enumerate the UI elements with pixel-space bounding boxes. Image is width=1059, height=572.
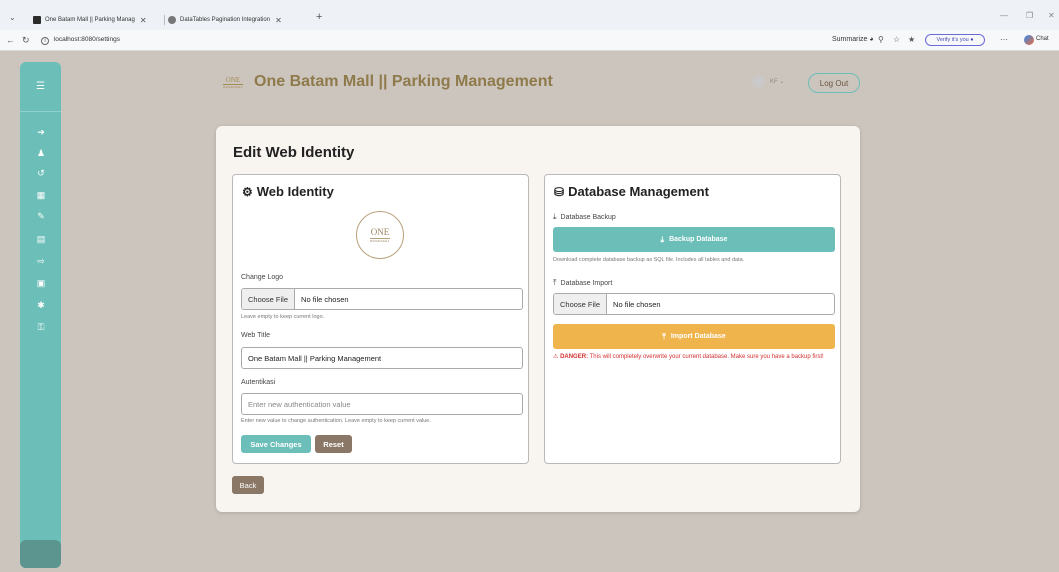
new-tab-icon[interactable]: + [316,11,322,23]
back-button[interactable]: Back [232,476,264,494]
choose-file-button[interactable]: Choose File [554,294,608,314]
verify-profile-button[interactable]: Verify it's you ● [925,34,985,46]
auth-label: Autentikasi [241,379,276,386]
minimize-icon[interactable]: — [1000,11,1008,20]
restore-icon[interactable]: ❐ [1026,11,1033,20]
app-title: One Batam Mall || Parking Management [254,73,553,90]
back-arrow-icon[interactable]: ← [6,35,15,45]
current-logo: ONE BATAM MALL [356,211,404,259]
database-title: ⛁ Database Management [554,184,709,199]
close-window-icon[interactable]: ✕ [1048,11,1055,20]
menu-icon: ☰ [36,81,45,92]
chat-label[interactable]: Chat [1036,36,1049,42]
summarize-button[interactable]: Summarize ◕ [832,36,874,43]
sign-in-icon[interactable]: ➔ [34,125,48,139]
sidebar: ☰ ➔ ♟ ↺ ▦ ✎ ▤ ⇨ ▣ ✱ ⚿ [20,62,61,568]
upload-icon: ⤒ [662,331,666,341]
site-info-icon[interactable]: i [41,37,49,45]
gear-icon: ⚙ [242,184,253,199]
browser-tab-datatables[interactable]: DataTables Pagination Integration ✕ [168,13,310,27]
report-icon[interactable]: ▤ [34,232,48,246]
tab-list-chevron-icon[interactable]: ⌄ [9,13,16,22]
file-status: No file chosen [301,294,349,304]
favorites-list-icon[interactable]: ★ [908,35,915,44]
warning-icon: ⚠ [553,354,559,360]
more-options-icon[interactable]: ⋯ [1000,35,1008,44]
choose-file-button[interactable]: Choose File [242,289,296,309]
backup-button-label: Backup Database [669,236,728,243]
web-identity-panel: ⚙ Web Identity ONE BATAM MALL Change Log… [232,174,529,464]
danger-text: This will completely overwrite your curr… [589,354,824,360]
tab-close-icon[interactable]: ✕ [275,16,282,25]
logo-text: ONE [370,226,390,237]
download-icon: ⤓ [660,234,665,244]
verify-label: Verify it's you [936,37,969,43]
web-identity-title-text: Web Identity [256,184,334,199]
download-icon: ⤓ [553,212,557,221]
database-title-text: Database Management [568,184,709,199]
auth-input[interactable] [241,393,523,415]
logo-file-input[interactable]: Choose File No file chosen [241,288,523,310]
danger-prefix: DANGER: [560,354,589,360]
user-initials: KF [770,79,778,85]
tab-divider [164,15,165,25]
logo-text: ONE [225,76,241,84]
summarize-label: Summarize [832,36,868,43]
tab-title: DataTables Pagination Integration [180,17,271,23]
url-field[interactable]: i localhost:8080/settings [41,36,120,45]
key-icon[interactable]: ⚿ [34,320,48,334]
header-logo: ONE BATAM MALL [222,76,244,90]
url-text: localhost:8080/settings [53,36,120,43]
tab-title: One Batam Mall || Parking Manag [45,17,135,23]
backup-label-text: Database Backup [560,213,616,221]
browser-tab-parking[interactable]: One Batam Mall || Parking Manag ✕ [33,13,163,27]
save-changes-button[interactable]: Save Changes [241,435,311,453]
web-title-input[interactable] [241,347,523,369]
web-identity-title: ⚙ Web Identity [242,184,334,199]
avatar[interactable] [752,76,764,88]
logo-subtext: BATAM MALL [370,237,390,243]
browser-tab-bar: ⌄ One Batam Mall || Parking Manag ✕ Data… [0,0,1059,30]
history-icon[interactable]: ↺ [34,166,48,180]
file-status: No file chosen [613,299,661,309]
database-panel: ⛁ Database Management ⤓ Database Backup … [544,174,841,464]
zoom-icon[interactable]: ⚲ [878,35,884,44]
user-menu[interactable]: KF ⌄ [770,78,784,85]
favorite-star-icon[interactable]: ☆ [893,35,900,44]
import-button-label: Import Database [670,333,726,340]
tab-close-icon[interactable]: ✕ [140,16,147,25]
import-database-button[interactable]: ⤒ Import Database [553,324,835,349]
address-bar: ← ↻ i localhost:8080/settings Summarize … [0,30,1059,51]
database-import-label: ⤒ Database Import [553,278,612,288]
logo-subtext: BATAM MALL [223,84,243,89]
import-label-text: Database Import [560,279,613,287]
logout-button[interactable]: Log Out [808,73,860,93]
box-icon[interactable]: ▣ [34,276,48,290]
backup-database-button[interactable]: ⤓ Backup Database [553,227,835,252]
backup-help-text: Download complete database backup as SQL… [553,257,745,263]
settings-card: Edit Web Identity ⚙ Web Identity ONE BAT… [216,126,860,512]
users-icon[interactable]: ♟ [34,146,48,160]
danger-warning: ⚠ DANGER: This will completely overwrite… [553,353,837,362]
tab-favicon-icon [33,16,41,24]
edit-icon[interactable]: ✎ [34,209,48,223]
change-logo-label: Change Logo [241,274,284,281]
sidebar-toggle-button[interactable]: ☰ [20,62,61,112]
database-backup-label: ⤓ Database Backup [553,212,616,222]
upload-icon: ⤒ [553,278,557,287]
database-icon: ⛁ [554,184,565,199]
database-file-input[interactable]: Choose File No file chosen [553,293,835,315]
reset-button[interactable]: Reset [315,435,352,453]
copilot-icon[interactable] [1024,35,1034,45]
auth-help-text: Enter new value to change authentication… [241,418,431,424]
logo-help-text: Leave empty to keep current logo. [241,314,325,320]
tab-favicon-icon [168,16,176,24]
sign-out-icon[interactable]: ⇨ [34,254,48,268]
table-icon[interactable]: ▦ [34,188,48,202]
reload-icon[interactable]: ↻ [22,35,30,46]
page-title: Edit Web Identity [233,144,355,161]
sidebar-footer [20,540,61,568]
web-title-label: Web Title [241,332,271,339]
gear-icon[interactable]: ✱ [34,298,48,312]
